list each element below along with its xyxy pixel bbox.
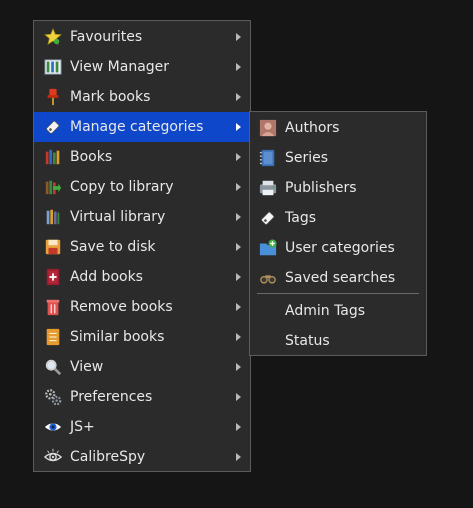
- saved-searches-icon: [258, 268, 278, 288]
- menu-item-view-manager[interactable]: View Manager: [34, 52, 250, 82]
- blank-icon: [258, 331, 278, 351]
- menu-item-label: Mark books: [70, 89, 151, 105]
- menu-item-books[interactable]: Books: [34, 142, 250, 172]
- view-manager-icon: [43, 57, 63, 77]
- menu-item-label: View Manager: [70, 59, 170, 75]
- tag-icon: [43, 117, 63, 137]
- menu-item-label: View: [70, 359, 104, 375]
- user-categories-icon: [258, 238, 278, 258]
- menu-item-manage-categories[interactable]: Manage categories: [34, 112, 250, 142]
- menu-item-label: Favourites: [70, 29, 143, 45]
- submenu-arrow-icon: [236, 93, 241, 101]
- menu-item-preferences[interactable]: Preferences: [34, 382, 250, 412]
- similar-books-icon: [43, 327, 63, 347]
- submenu-arrow-icon: [236, 333, 241, 341]
- submenu-item-label: Publishers: [285, 180, 357, 196]
- submenu-arrow-icon: [236, 393, 241, 401]
- menu-item-label: Preferences: [70, 389, 153, 405]
- menu-item-label: Virtual library: [70, 209, 166, 225]
- submenu-arrow-icon: [236, 243, 241, 251]
- separator-line: [257, 293, 419, 294]
- menu-item-label: Similar books: [70, 329, 165, 345]
- blank-icon: [258, 301, 278, 321]
- star-icon: [43, 27, 63, 47]
- menu-item-label: Add books: [70, 269, 143, 285]
- submenu-arrow-icon: [236, 423, 241, 431]
- menu-item-label: Save to disk: [70, 239, 156, 255]
- submenu-item-label: Series: [285, 150, 329, 166]
- menu-item-label: JS+: [70, 419, 95, 435]
- remove-books-icon: [43, 297, 63, 317]
- menu-item-similar-books[interactable]: Similar books: [34, 322, 250, 352]
- context-menu: Favourites View Manager Mark books Manag…: [33, 20, 251, 472]
- menu-item-copy-to-library[interactable]: Copy to library: [34, 172, 250, 202]
- submenu-arrow-icon: [236, 153, 241, 161]
- menu-item-remove-books[interactable]: Remove books: [34, 292, 250, 322]
- submenu-item-label: User categories: [285, 240, 395, 256]
- submenu-item-label: Admin Tags: [285, 303, 366, 319]
- submenu-arrow-icon: [236, 33, 241, 41]
- menu-item-add-books[interactable]: Add books: [34, 262, 250, 292]
- menu-item-label: Remove books: [70, 299, 173, 315]
- menu-item-favourites[interactable]: Favourites: [34, 22, 250, 52]
- submenu-arrow-icon: [236, 123, 241, 131]
- submenu-item-authors[interactable]: Authors: [250, 113, 426, 143]
- magnifier-icon: [43, 357, 63, 377]
- submenu-arrow-icon: [236, 453, 241, 461]
- series-icon: [258, 148, 278, 168]
- submenu-item-series[interactable]: Series: [250, 143, 426, 173]
- submenu-arrow-icon: [236, 63, 241, 71]
- authors-icon: [258, 118, 278, 138]
- menu-item-mark-books[interactable]: Mark books: [34, 82, 250, 112]
- virtual-library-icon: [43, 207, 63, 227]
- menu-item-js-plus[interactable]: JS+: [34, 412, 250, 442]
- eye-icon: [43, 417, 63, 437]
- submenu-arrow-icon: [236, 273, 241, 281]
- submenu-item-saved-searches[interactable]: Saved searches: [250, 263, 426, 293]
- menu-item-save-to-disk[interactable]: Save to disk: [34, 232, 250, 262]
- menu-item-view[interactable]: View: [34, 352, 250, 382]
- submenu-item-admin-tags[interactable]: Admin Tags: [250, 296, 426, 326]
- menu-item-label: CalibreSpy: [70, 449, 146, 465]
- menu-item-calibrespy[interactable]: CalibreSpy: [34, 442, 250, 472]
- spy-eye-icon: [43, 447, 63, 467]
- submenu-item-status[interactable]: Status: [250, 326, 426, 356]
- submenu-arrow-icon: [236, 213, 241, 221]
- submenu-item-label: Saved searches: [285, 270, 396, 286]
- submenu-item-publishers[interactable]: Publishers: [250, 173, 426, 203]
- submenu-arrow-icon: [236, 183, 241, 191]
- submenu-item-tags[interactable]: Tags: [250, 203, 426, 233]
- save-disk-icon: [43, 237, 63, 257]
- add-books-icon: [43, 267, 63, 287]
- books-icon: [43, 147, 63, 167]
- menu-item-label: Books: [70, 149, 113, 165]
- copy-library-icon: [43, 177, 63, 197]
- menu-item-label: Copy to library: [70, 179, 174, 195]
- pushpin-icon: [43, 87, 63, 107]
- submenu-item-user-categories[interactable]: User categories: [250, 233, 426, 263]
- gears-icon: [43, 387, 63, 407]
- submenu-item-label: Status: [285, 333, 330, 349]
- submenu-arrow-icon: [236, 303, 241, 311]
- manage-categories-submenu: Authors Series Publishers Tags User cate…: [249, 111, 427, 356]
- submenu-item-label: Authors: [285, 120, 340, 136]
- publishers-icon: [258, 178, 278, 198]
- tag-icon: [258, 208, 278, 228]
- submenu-item-label: Tags: [285, 210, 316, 226]
- submenu-arrow-icon: [236, 363, 241, 371]
- menu-item-label: Manage categories: [70, 119, 204, 135]
- menu-item-virtual-library[interactable]: Virtual library: [34, 202, 250, 232]
